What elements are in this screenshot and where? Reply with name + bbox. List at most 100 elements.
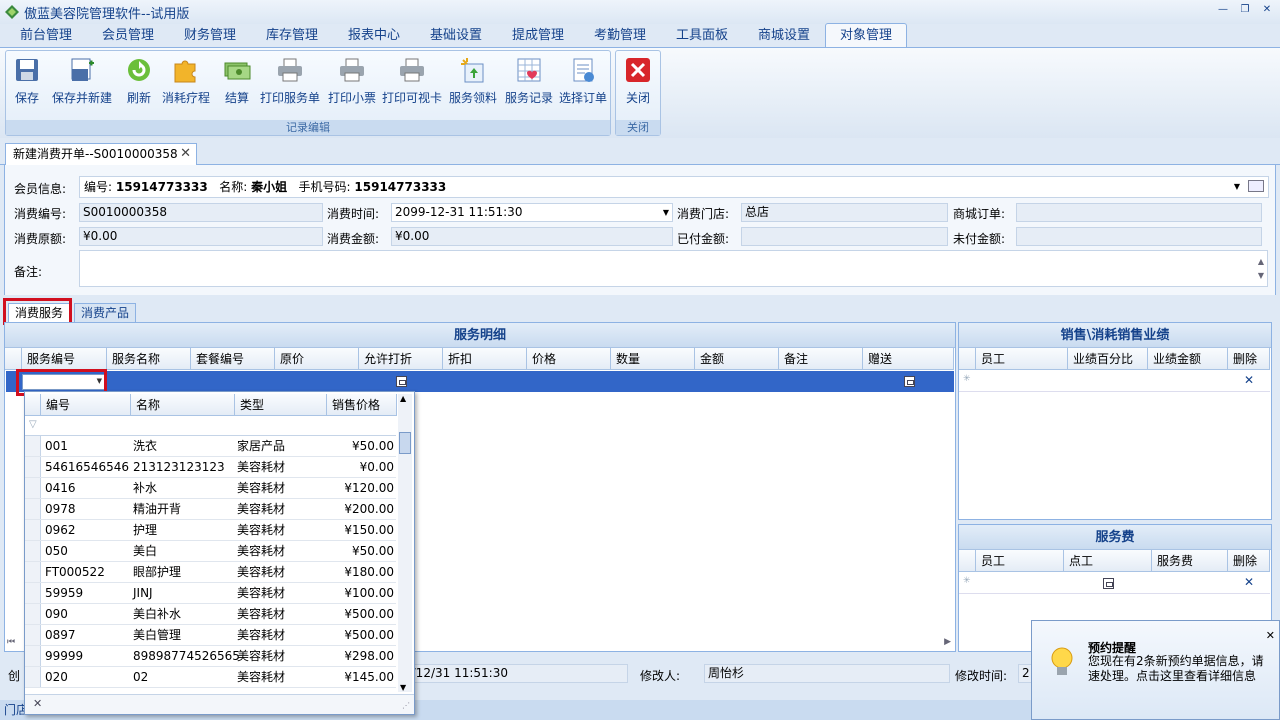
- remark-textarea[interactable]: ▲ ▼: [79, 250, 1268, 287]
- point-work-checkbox[interactable]: [1103, 578, 1114, 589]
- chevron-down-icon[interactable]: ▼: [1234, 177, 1240, 197]
- new-row[interactable]: ▼: [6, 371, 954, 392]
- consume-course-button[interactable]: 消耗疗程: [162, 55, 210, 111]
- restore-button[interactable]: ❐: [1236, 3, 1254, 19]
- list-item[interactable]: 020 02 美容耗材 ¥145.00: [25, 667, 396, 688]
- tab-object-management[interactable]: 对象管理: [825, 23, 907, 47]
- appointment-reminder-popup[interactable]: 预约提醒 您现在有2条新预约单据信息，请速处理。点击这里查看详细信息 ✕: [1031, 620, 1280, 720]
- col-type[interactable]: 类型: [235, 394, 327, 416]
- list-item[interactable]: 090 美白补水 美容耗材 ¥500.00: [25, 604, 396, 625]
- unpaid-field[interactable]: [1016, 227, 1262, 246]
- col-remark[interactable]: 备注: [779, 348, 863, 370]
- col-sale-price[interactable]: 销售价格: [327, 394, 397, 416]
- document-tab[interactable]: 新建消费开单--S0010000358 ✕: [5, 143, 197, 165]
- list-item[interactable]: 59959 JINJ 美容耗材 ¥100.00: [25, 583, 396, 604]
- list-item[interactable]: 001 洗衣 家居产品 ¥50.00: [25, 436, 396, 457]
- modifier-field[interactable]: 周怡杉: [704, 664, 950, 683]
- gift-checkbox[interactable]: [904, 376, 915, 387]
- list-item[interactable]: 54616546546 213123123123 美容耗材 ¥0.00: [25, 457, 396, 478]
- col-performance-amount[interactable]: 业绩金额: [1148, 348, 1228, 370]
- close-tab-icon[interactable]: ✕: [180, 144, 191, 164]
- list-item[interactable]: 0416 补水 美容耗材 ¥120.00: [25, 478, 396, 499]
- col-code[interactable]: 编号: [41, 394, 131, 416]
- col-original-price[interactable]: 原价: [275, 348, 359, 370]
- scroll-up-icon[interactable]: ▲: [400, 394, 406, 403]
- col-gift[interactable]: 赠送: [863, 348, 954, 370]
- mall-order-field[interactable]: [1016, 203, 1262, 222]
- col-allow-discount[interactable]: 允许打折: [359, 348, 443, 370]
- list-item[interactable]: 99999 89898774526565 美容耗材 ¥298.00: [25, 646, 396, 667]
- paid-field[interactable]: [741, 227, 948, 246]
- notice-message[interactable]: 您现在有2条新预约单据信息，请速处理。点击这里查看详细信息: [1088, 654, 1274, 684]
- minimize-button[interactable]: —: [1214, 3, 1232, 19]
- close-doc-button[interactable]: 关闭: [623, 55, 653, 111]
- scroll-right-icon[interactable]: ▶: [944, 637, 951, 647]
- list-item[interactable]: 050 美白 美容耗材 ¥50.00: [25, 541, 396, 562]
- tab-consume-product[interactable]: 消费产品: [74, 303, 137, 323]
- delete-icon[interactable]: ✕: [1244, 575, 1254, 589]
- save-button[interactable]: 保存: [12, 55, 42, 111]
- service-records-button[interactable]: 服务记录: [505, 55, 553, 111]
- tab-member[interactable]: 会员管理: [87, 25, 169, 47]
- clear-icon[interactable]: ✕: [33, 697, 42, 710]
- store-field[interactable]: 总店: [741, 203, 948, 222]
- col-point-work[interactable]: 点工: [1064, 550, 1152, 572]
- tab-tools[interactable]: 工具面板: [661, 25, 743, 47]
- col-name[interactable]: 名称: [131, 394, 235, 416]
- consume-no-field[interactable]: S0010000358: [79, 203, 323, 222]
- chevron-down-icon[interactable]: ▼: [663, 204, 669, 221]
- original-amount-field[interactable]: ¥0.00: [79, 227, 323, 246]
- scroll-down-icon[interactable]: ▼: [1258, 267, 1264, 284]
- tab-finance[interactable]: 财务管理: [169, 25, 251, 47]
- tab-mall-settings[interactable]: 商城设置: [743, 25, 825, 47]
- list-item[interactable]: 0962 护理 美容耗材 ¥150.00: [25, 520, 396, 541]
- col-package-no[interactable]: 套餐编号: [191, 348, 275, 370]
- scroll-thumb[interactable]: [399, 432, 411, 454]
- dropdown-scrollbar[interactable]: ▲ ▼: [398, 394, 412, 692]
- list-item[interactable]: 0978 精油开背 美容耗材 ¥200.00: [25, 499, 396, 520]
- tab-basic-settings[interactable]: 基础设置: [415, 25, 497, 47]
- scroll-first-icon[interactable]: ⏮: [7, 637, 15, 647]
- tab-reports[interactable]: 报表中心: [333, 25, 415, 47]
- delete-icon[interactable]: ✕: [1244, 373, 1254, 387]
- col-service-name[interactable]: 服务名称: [107, 348, 191, 370]
- amount-field[interactable]: ¥0.00: [391, 227, 673, 246]
- col-performance-percent[interactable]: 业绩百分比: [1068, 348, 1148, 370]
- consume-time-field[interactable]: 2099-12-31 11:51:30 ▼: [391, 203, 673, 222]
- save-and-new-button[interactable]: 保存并新建: [52, 55, 112, 111]
- print-service-order-button[interactable]: 打印服务单: [260, 55, 320, 111]
- card-icon[interactable]: [1248, 180, 1264, 192]
- checkout-button[interactable]: 结算: [222, 55, 252, 111]
- tab-attendance[interactable]: 考勤管理: [579, 25, 661, 47]
- filter-row[interactable]: ▽: [25, 416, 396, 436]
- scroll-down-icon[interactable]: ▼: [400, 683, 406, 692]
- refresh-button[interactable]: 刷新: [124, 55, 154, 111]
- col-quantity[interactable]: 数量: [611, 348, 695, 370]
- col-delete[interactable]: 删除: [1228, 348, 1270, 370]
- allow-discount-checkbox[interactable]: [396, 376, 407, 387]
- new-row[interactable]: ✳ ✕: [959, 371, 1270, 392]
- col-delete[interactable]: 删除: [1228, 550, 1270, 572]
- col-employee[interactable]: 员工: [976, 348, 1068, 370]
- print-visual-card-button[interactable]: 打印可视卡: [382, 55, 442, 111]
- tab-front-desk[interactable]: 前台管理: [5, 25, 87, 47]
- print-receipt-button[interactable]: 打印小票: [328, 55, 376, 111]
- col-employee[interactable]: 员工: [976, 550, 1064, 572]
- col-amount[interactable]: 金额: [695, 348, 779, 370]
- list-item[interactable]: FT000522 眼部护理 美容耗材 ¥180.00: [25, 562, 396, 583]
- created-time-field[interactable]: 9/12/31 11:51:30: [400, 664, 628, 683]
- member-selector[interactable]: 编号: 15914773333 名称: 秦小姐 手机号码: 1591477333…: [79, 176, 1269, 198]
- col-price[interactable]: 价格: [527, 348, 611, 370]
- list-item[interactable]: 0897 美白管理 美容耗材 ¥500.00: [25, 625, 396, 646]
- close-window-button[interactable]: ✕: [1258, 3, 1276, 19]
- service-material-button[interactable]: 服务领料: [449, 55, 497, 111]
- col-service-no[interactable]: 服务编号: [22, 348, 107, 370]
- col-discount[interactable]: 折扣: [443, 348, 527, 370]
- new-row[interactable]: ✳ ✕: [959, 573, 1270, 594]
- col-service-fee[interactable]: 服务费: [1152, 550, 1228, 572]
- tab-commission[interactable]: 提成管理: [497, 25, 579, 47]
- close-icon[interactable]: ✕: [1266, 629, 1275, 642]
- tab-inventory[interactable]: 库存管理: [251, 25, 333, 47]
- select-order-button[interactable]: 选择订单: [559, 55, 607, 111]
- resize-grip-icon[interactable]: ⋰: [402, 701, 410, 710]
